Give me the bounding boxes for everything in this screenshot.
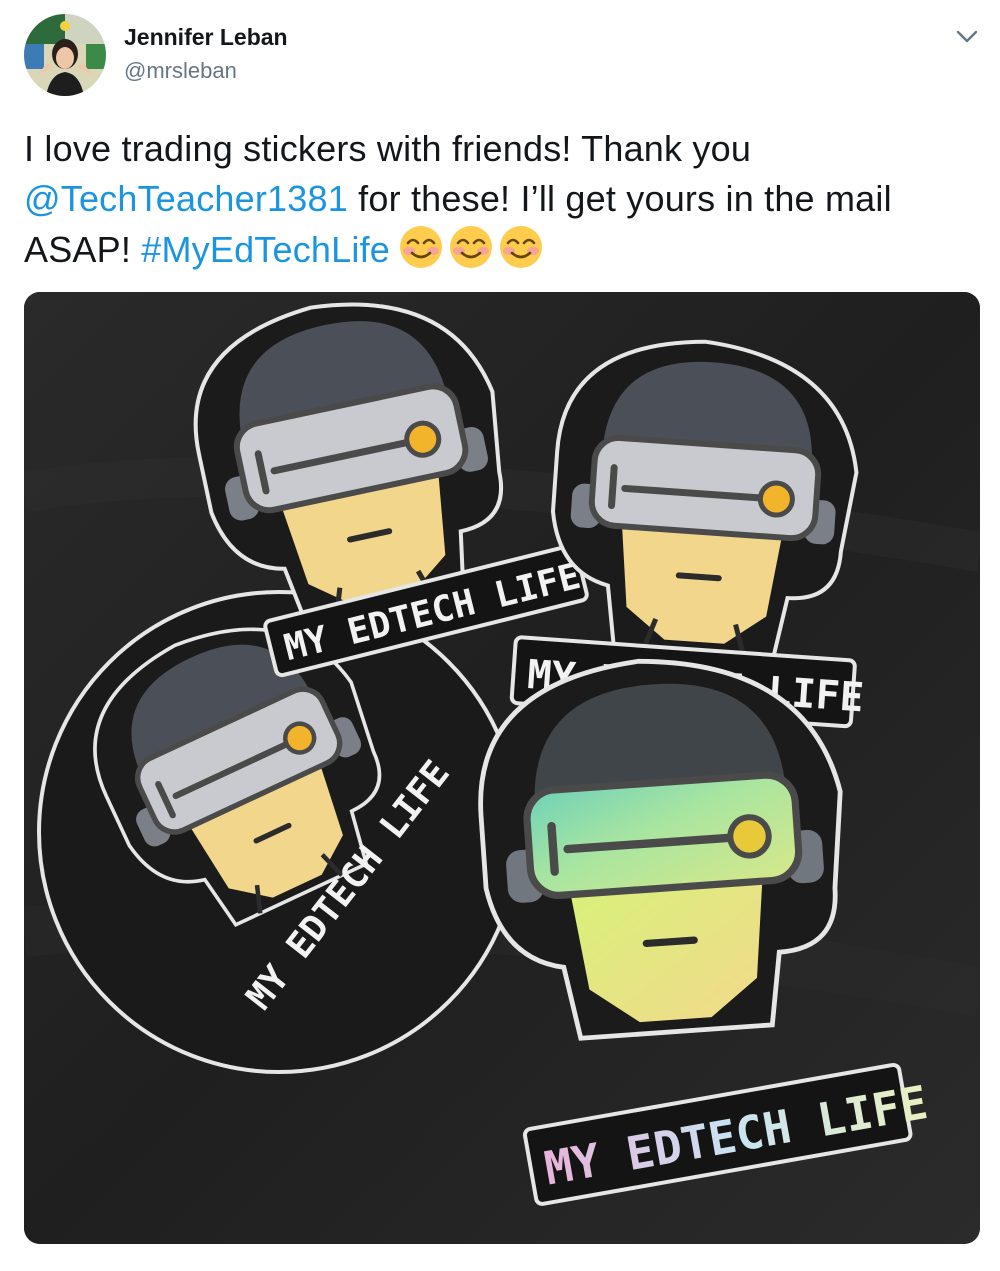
tweet-text-part1: I love trading stickers with friends! Th… bbox=[24, 128, 752, 169]
smiling-face-icon bbox=[450, 226, 492, 268]
emoji-group bbox=[398, 226, 548, 270]
chevron-down-icon bbox=[956, 30, 978, 43]
mention-link[interactable]: @TechTeacher1381 bbox=[24, 178, 348, 219]
hashtag-link[interactable]: #MyEdTechLife bbox=[141, 229, 390, 270]
author-handle[interactable]: @mrsleban bbox=[124, 58, 237, 84]
tweet-photo[interactable]: MY EDTECH LIFE MY EDTECH LIFE MY EDTECH … bbox=[24, 292, 980, 1244]
smiling-face-icon bbox=[500, 226, 542, 268]
smiling-face-icon bbox=[400, 226, 442, 268]
author-name[interactable]: Jennifer Leban bbox=[124, 24, 288, 51]
more-options-button[interactable] bbox=[950, 22, 984, 52]
author-avatar[interactable] bbox=[24, 14, 106, 96]
tweet-text: I love trading stickers with friends! Th… bbox=[24, 124, 974, 275]
